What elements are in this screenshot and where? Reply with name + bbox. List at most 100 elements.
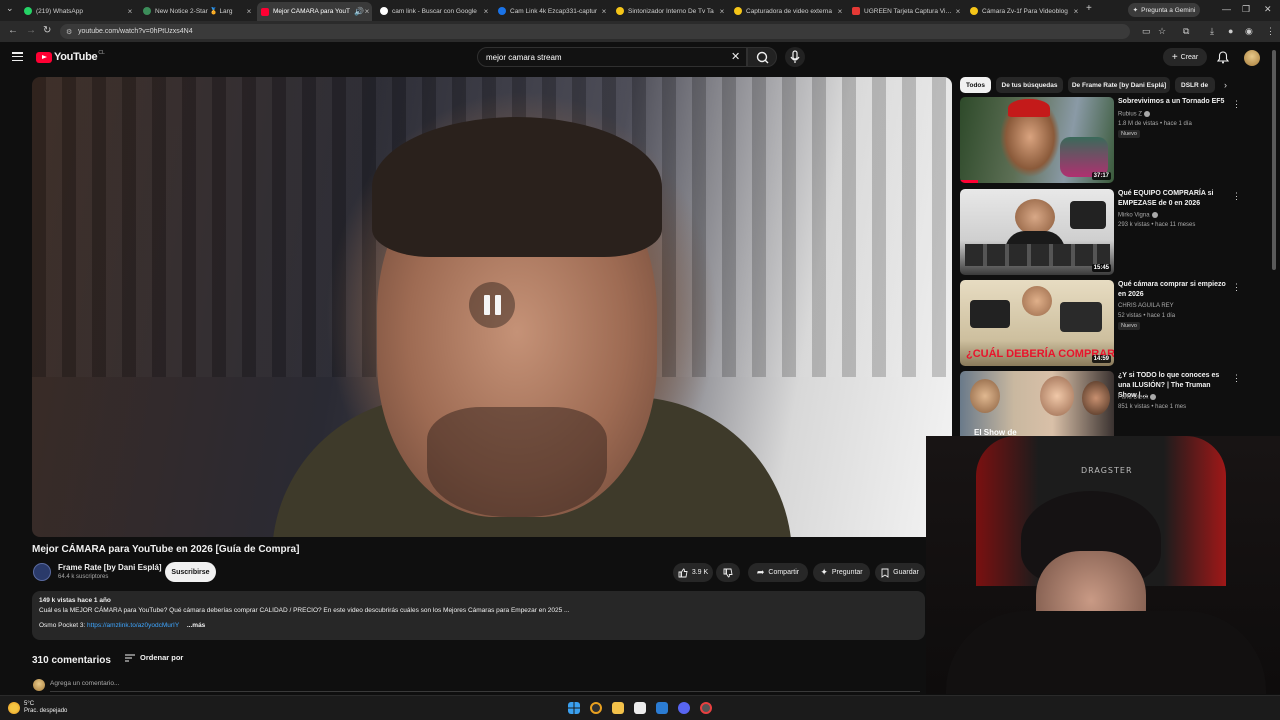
presenter-beard — [427, 407, 607, 517]
recommendation-title[interactable]: Sobrevivimos a un Tornado EF5 — [1118, 97, 1228, 107]
more-options-icon[interactable]: ⋮ — [1232, 99, 1241, 110]
mail-icon[interactable] — [656, 702, 668, 714]
recommendation-item[interactable]: ¿CUÁL DEBERÍA COMPRAR? 14:59 Qué cámara … — [960, 280, 1250, 366]
video-thumbnail[interactable]: 15:45 — [960, 189, 1114, 275]
video-thumbnail[interactable]: 37:17 — [960, 97, 1114, 183]
tab-search-icon[interactable]: ⌄ — [6, 3, 14, 14]
weather-widget[interactable]: 5°C Prac. despejado — [8, 701, 67, 715]
reload-button[interactable]: ↻ — [43, 25, 51, 36]
ask-gemini-button[interactable]: ✦ Pregunta a Gemini — [1128, 3, 1200, 17]
tab-youtube-active[interactable]: Mejor CÁMARA para YouT 🔊 × — [257, 2, 372, 21]
chip-dslr[interactable]: DSLR de — [1175, 77, 1215, 93]
calendar-icon[interactable] — [634, 702, 646, 714]
chip-from-searches[interactable]: De tus búsquedas — [996, 77, 1063, 93]
channel-avatar[interactable] — [33, 563, 51, 581]
tab-whatsapp[interactable]: (219) WhatsApp × — [20, 3, 135, 19]
close-window-button[interactable]: ✕ — [1264, 4, 1272, 15]
tab-camara-zv1f[interactable]: Cámara Zv-1f Para Videoblog × — [966, 3, 1081, 19]
discord-icon[interactable] — [678, 702, 690, 714]
recommendation-item[interactable]: 37:17 Sobrevivimos a un Tornado EF5 Rubi… — [960, 97, 1250, 183]
notifications-bell-icon[interactable] — [1217, 51, 1229, 64]
subscribe-button[interactable]: Suscribirse — [165, 562, 216, 582]
video-duration: 14:59 — [1091, 355, 1111, 363]
clear-search-icon[interactable]: ✕ — [731, 50, 740, 63]
close-icon[interactable]: × — [481, 7, 491, 16]
download-icon[interactable]: ⤓ — [1210, 26, 1214, 37]
recommendation-title[interactable]: Qué EQUIPO COMPRARÍA si EMPEZASE de 0 en… — [1118, 189, 1228, 209]
page-scrollbar[interactable] — [1272, 50, 1276, 270]
tab-notice[interactable]: New Notice 2-Star 🏅 Larg × — [139, 3, 254, 19]
video-thumbnail[interactable]: ¿CUÁL DEBERÍA COMPRAR? 14:59 — [960, 280, 1114, 366]
maximize-button[interactable]: ❐ — [1242, 4, 1250, 15]
browser-menu-icon[interactable]: ⋮ — [1266, 26, 1275, 37]
dislike-button[interactable] — [716, 563, 740, 582]
voice-search-button[interactable] — [785, 47, 805, 67]
save-button[interactable]: Guardar — [875, 563, 925, 582]
chrome-icon[interactable] — [590, 702, 602, 714]
site-info-icon[interactable]: ⚙ — [66, 28, 72, 36]
address-bar[interactable]: ⚙ youtube.com/watch?v=0hPtUzxs4N4 — [60, 24, 1130, 39]
speaker-icon[interactable]: 🔊 — [354, 7, 364, 16]
whatsapp-icon — [24, 7, 32, 15]
cast-icon[interactable]: ▭ — [1142, 26, 1151, 37]
tab-label: UGREEN Tarjeta Captura Video — [864, 7, 953, 15]
recommendation-channel[interactable]: Mirko Vigna — [1118, 212, 1158, 219]
close-icon[interactable]: × — [835, 7, 845, 16]
search-button[interactable] — [747, 47, 777, 67]
windows-start-icon[interactable] — [568, 702, 580, 714]
pause-icon[interactable] — [469, 282, 515, 328]
close-icon[interactable]: × — [362, 7, 372, 16]
close-icon[interactable]: × — [717, 7, 727, 16]
close-icon[interactable]: × — [125, 7, 135, 16]
create-button[interactable]: + Crear — [1163, 48, 1207, 66]
tab-google[interactable]: cam link - Buscar con Google × — [376, 3, 491, 19]
extensions-icon[interactable]: ⧉ — [1183, 26, 1189, 37]
more-options-icon[interactable]: ⋮ — [1232, 191, 1241, 202]
tab-sintonizador[interactable]: Sintonizador Interno De Tv Ta × — [612, 3, 727, 19]
forward-button[interactable]: → — [26, 25, 36, 36]
back-button[interactable]: ← — [8, 25, 18, 36]
affiliate-link[interactable]: https://amzlink.to/az0yodcMurIY — [87, 622, 179, 629]
close-icon[interactable]: × — [1071, 7, 1081, 16]
recommendation-channel[interactable]: Farid Dieck — [1118, 394, 1157, 401]
tab-capturadora[interactable]: Capturadora de video externa × — [730, 3, 845, 19]
search-input[interactable]: mejor camara stream — [477, 47, 747, 67]
user-avatar[interactable] — [1244, 50, 1260, 66]
chevron-right-icon[interactable]: › — [1224, 80, 1227, 90]
share-button[interactable]: ➦ Compartir — [748, 563, 808, 582]
comment-input[interactable]: Agrega un comentario... — [50, 680, 920, 692]
mercadolibre-icon — [616, 7, 624, 15]
recommendation-title[interactable]: Qué cámara comprar si empiezo en 2026 — [1118, 280, 1228, 300]
commenter-avatar — [33, 679, 45, 691]
ask-button[interactable]: ✦ Preguntar — [813, 563, 870, 582]
show-more-button[interactable]: ...más — [187, 622, 205, 629]
youtube-logo[interactable]: YouTube CL — [36, 50, 105, 63]
like-button[interactable]: 3.9 K — [673, 563, 713, 582]
bookmark-star-icon[interactable]: ☆ — [1158, 26, 1166, 37]
chip-all[interactable]: Todos — [960, 77, 991, 93]
more-options-icon[interactable]: ⋮ — [1232, 373, 1241, 384]
tab-ugreen[interactable]: UGREEN Tarjeta Captura Video × — [848, 3, 963, 19]
app-icon[interactable] — [700, 702, 712, 714]
chip-from-channel[interactable]: De Frame Rate [by Dani Esplá] — [1068, 77, 1170, 93]
page-icon — [498, 7, 506, 15]
channel-name[interactable]: Frame Rate [by Dani Esplá] — [58, 563, 162, 572]
account-avatar-icon[interactable]: ◉ — [1245, 26, 1253, 37]
description-box[interactable]: 149 k vistas hace 1 año Cuál es la MEJOR… — [32, 591, 925, 640]
sort-comments-button[interactable]: Ordenar por — [125, 653, 183, 662]
video-player[interactable] — [32, 77, 952, 537]
file-explorer-icon[interactable] — [612, 702, 624, 714]
close-icon[interactable]: × — [953, 7, 963, 16]
close-icon[interactable]: × — [599, 7, 609, 16]
recommendation-channel[interactable]: Rubius Z — [1118, 111, 1151, 118]
more-options-icon[interactable]: ⋮ — [1232, 282, 1241, 293]
minimize-button[interactable]: — — [1222, 4, 1231, 14]
hamburger-menu-icon[interactable] — [12, 52, 23, 62]
verified-icon — [1151, 212, 1158, 218]
close-icon[interactable]: × — [244, 7, 254, 16]
recommendation-channel[interactable]: CHRIS AGUILA REY — [1118, 303, 1174, 309]
tab-camlink[interactable]: Cam Link 4k Ezcap331-captur × — [494, 3, 609, 19]
recommendation-item[interactable]: 15:45 Qué EQUIPO COMPRARÍA si EMPEZASE d… — [960, 189, 1250, 275]
profile-icon[interactable]: ● — [1228, 26, 1233, 36]
new-tab-button[interactable]: + — [1086, 3, 1092, 14]
